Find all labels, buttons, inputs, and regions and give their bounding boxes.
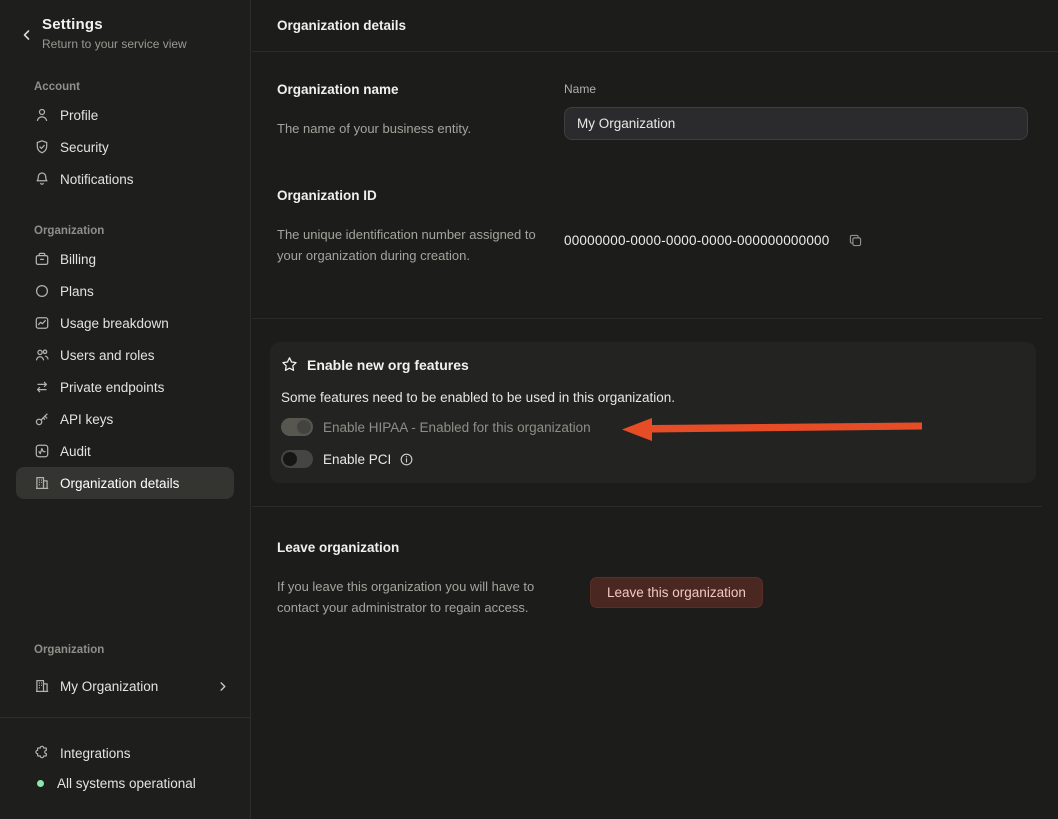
circle-icon — [34, 283, 50, 299]
copy-icon[interactable] — [847, 232, 863, 248]
hipaa-toggle[interactable] — [281, 418, 313, 436]
sidebar-item-label: Private endpoints — [60, 380, 164, 395]
card-header: Enable new org features — [281, 356, 1016, 373]
hipaa-toggle-label: Enable HIPAA - Enabled for this organiza… — [323, 420, 591, 435]
sidebar-item-label: Audit — [60, 444, 91, 459]
wallet-icon — [34, 251, 50, 267]
divider — [252, 318, 1042, 319]
org-name-description: The name of your business entity. — [277, 118, 547, 139]
name-field-label: Name — [564, 82, 1042, 96]
users-icon — [34, 347, 50, 363]
building-icon — [34, 475, 50, 491]
leave-organization-button[interactable]: Leave this organization — [590, 577, 763, 608]
org-name-section: Organization name The name of your busin… — [277, 82, 1042, 139]
org-switcher-value: My Organization — [60, 679, 158, 694]
section-label-account: Account — [34, 81, 234, 93]
back-chevron-icon[interactable] — [18, 26, 36, 44]
sidebar-item-label: Billing — [60, 252, 96, 267]
page-title: Organization details — [277, 18, 406, 33]
puzzle-icon — [34, 745, 50, 761]
sidebar-title: Settings — [42, 16, 238, 33]
sidebar-item-label: Organization details — [60, 476, 179, 491]
hipaa-toggle-row: Enable HIPAA - Enabled for this organiza… — [281, 417, 1016, 437]
shield-icon — [34, 139, 50, 155]
pci-toggle-label: Enable PCI — [323, 452, 391, 467]
sidebar-item-label: Profile — [60, 108, 98, 123]
sidebar-item-users-and-roles[interactable]: Users and roles — [16, 339, 234, 371]
sidebar-item-audit[interactable]: Audit — [16, 435, 234, 467]
card-description: Some features need to be enabled to be u… — [281, 390, 1016, 405]
pci-toggle[interactable] — [281, 450, 313, 468]
pci-toggle-row: Enable PCI — [281, 449, 1016, 469]
leave-org-heading: Leave organization — [277, 540, 1042, 555]
sidebar-item-label: API keys — [60, 412, 113, 427]
org-id-value: 00000000-0000-0000-0000-000000000000 — [564, 233, 829, 248]
main-header: Organization details — [252, 0, 1058, 52]
chart-icon — [34, 315, 50, 331]
star-icon — [281, 356, 298, 373]
key-icon — [34, 411, 50, 427]
sidebar-item-billing[interactable]: Billing — [16, 243, 234, 275]
sidebar-item-label: Plans — [60, 284, 94, 299]
org-id-section: Organization ID The unique identificatio… — [277, 188, 1042, 266]
sidebar-item-profile[interactable]: Profile — [16, 99, 234, 131]
card-title: Enable new org features — [307, 357, 469, 373]
organization-nav: Billing Plans Usage breakdown Users and … — [0, 243, 250, 499]
bell-icon — [34, 171, 50, 187]
org-switcher[interactable]: My Organization — [16, 670, 234, 702]
org-id-value-group: 00000000-0000-0000-0000-000000000000 — [564, 188, 1042, 248]
sidebar-item-api-keys[interactable]: API keys — [16, 403, 234, 435]
org-switcher-label: Organization — [34, 644, 234, 656]
main-panel: Organization details Organization name T… — [252, 0, 1058, 819]
leave-org-section: Leave organization If you leave this org… — [277, 540, 1042, 618]
sidebar-item-usage-breakdown[interactable]: Usage breakdown — [16, 307, 234, 339]
settings-app: Settings Return to your service view Acc… — [0, 0, 1058, 819]
sidebar: Settings Return to your service view Acc… — [0, 0, 251, 819]
sidebar-header: Settings Return to your service view — [0, 0, 250, 51]
sidebar-footer: Integrations All systems operational — [0, 717, 250, 798]
sidebar-item-label: Notifications — [60, 172, 134, 187]
sidebar-item-label: Users and roles — [60, 348, 155, 363]
org-id-description: The unique identification number assigne… — [277, 224, 547, 266]
org-name-field-group: Name — [564, 82, 1042, 140]
sidebar-bottom: Organization My Organization Integration… — [0, 644, 250, 798]
divider — [252, 506, 1042, 507]
leave-org-description: If you leave this organization you will … — [277, 576, 547, 618]
integrations-link[interactable]: Integrations — [16, 738, 234, 768]
person-icon — [34, 107, 50, 123]
sidebar-item-security[interactable]: Security — [16, 131, 234, 163]
arrows-swap-icon — [34, 379, 50, 395]
sidebar-item-label: Usage breakdown — [60, 316, 169, 331]
sidebar-item-plans[interactable]: Plans — [16, 275, 234, 307]
enable-features-card: Enable new org features Some features ne… — [270, 342, 1036, 483]
chevron-right-icon — [214, 678, 230, 694]
system-status-link[interactable]: All systems operational — [16, 768, 234, 798]
status-green-dot — [37, 780, 44, 787]
sidebar-item-label: Security — [60, 140, 109, 155]
sidebar-item-organization-details[interactable]: Organization details — [16, 467, 234, 499]
audit-icon — [34, 443, 50, 459]
account-nav: Profile Security Notifications — [0, 99, 250, 195]
sidebar-subtitle[interactable]: Return to your service view — [42, 37, 238, 51]
section-label-organization: Organization — [34, 225, 234, 237]
sidebar-item-notifications[interactable]: Notifications — [16, 163, 234, 195]
building-icon — [34, 678, 50, 694]
integrations-label: Integrations — [60, 746, 131, 761]
org-name-input[interactable] — [564, 107, 1028, 140]
info-icon[interactable] — [399, 452, 414, 467]
sidebar-item-private-endpoints[interactable]: Private endpoints — [16, 371, 234, 403]
status-label: All systems operational — [57, 776, 196, 791]
